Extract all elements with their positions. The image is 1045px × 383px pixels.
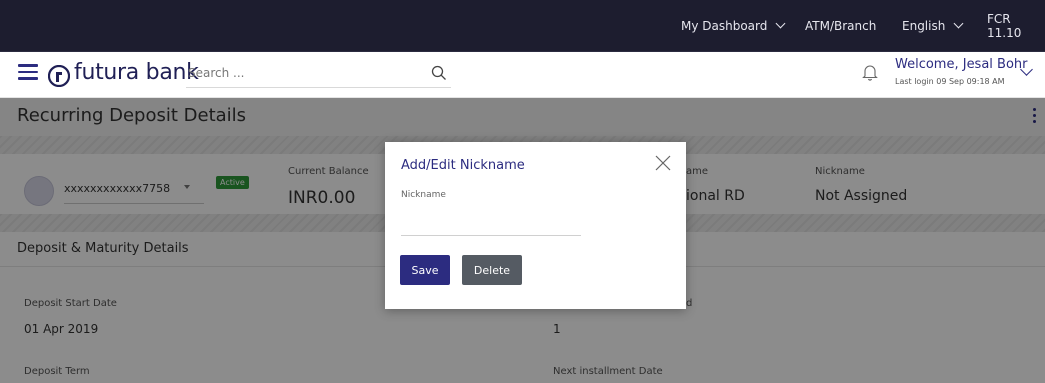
language-menu[interactable]: English (902, 0, 964, 52)
atm-branch-link[interactable]: ATM/Branch (805, 0, 876, 52)
my-dashboard-label: My Dashboard (681, 19, 768, 33)
nickname-modal: Add/Edit Nickname Nickname Save Delete (385, 142, 686, 309)
nickname-input[interactable] (401, 208, 581, 236)
hamburger-menu-icon[interactable] (18, 64, 38, 82)
welcome-user[interactable]: Welcome, Jesal Bohr (895, 57, 1028, 72)
search-icon[interactable] (431, 65, 447, 81)
fcr-menu[interactable]: FCR 11.10 (987, 0, 1045, 52)
search-box[interactable] (186, 60, 451, 88)
chevron-down-icon (775, 18, 786, 29)
nickname-field-label: Nickname (401, 190, 446, 200)
futura-bank-logo-icon (48, 65, 70, 87)
fcr-label: FCR 11.10 (987, 12, 1022, 40)
modal-title: Add/Edit Nickname (401, 158, 525, 173)
atm-branch-label: ATM/Branch (805, 19, 877, 33)
brand-name: futura bank (74, 60, 199, 85)
my-dashboard-menu[interactable]: My Dashboard (681, 0, 786, 52)
notification-bell-icon[interactable] (862, 63, 878, 81)
chevron-down-icon (953, 18, 964, 29)
last-login-text: Last login 09 Sep 09:18 AM (895, 77, 1005, 86)
save-button[interactable]: Save (400, 255, 450, 285)
top-nav-bar (0, 0, 1045, 52)
close-icon[interactable] (654, 154, 672, 172)
language-label: English (902, 19, 946, 33)
delete-button[interactable]: Delete (462, 255, 522, 285)
app-header: futura bank (0, 52, 1045, 98)
search-input[interactable] (186, 60, 406, 86)
